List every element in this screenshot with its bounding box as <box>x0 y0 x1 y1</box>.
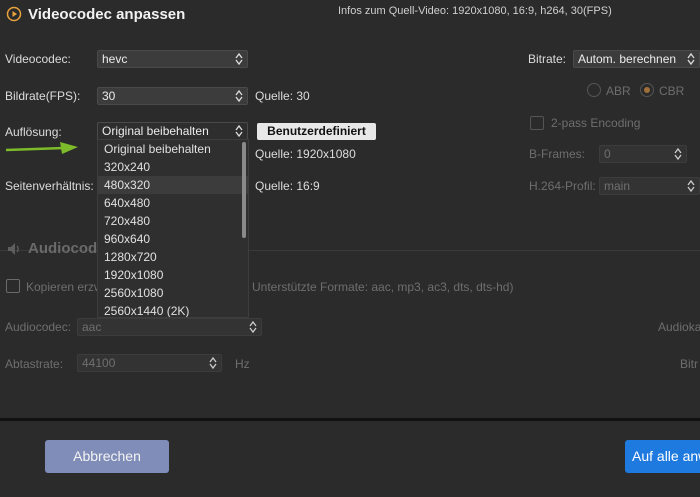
resolution-select[interactable]: Original beibehalten <box>97 122 248 140</box>
fps-select[interactable]: 30 <box>97 87 248 105</box>
cancel-button-label: Abbrechen <box>73 448 141 464</box>
samplerate-value: 44100 <box>82 356 116 370</box>
updown-arrows-icon <box>235 52 243 66</box>
two-pass-label: 2-pass Encoding <box>551 116 641 130</box>
audiocodec-value: aac <box>82 320 102 334</box>
abr-label: ABR <box>606 84 631 98</box>
speaker-icon <box>6 241 22 257</box>
samplerate-label: Abtastrate: <box>5 357 64 371</box>
samplerate-select[interactable]: 44100 <box>77 354 222 372</box>
aspect-source: Quelle: 16:9 <box>255 179 320 193</box>
resolution-option[interactable]: 1280x720 <box>98 248 248 266</box>
resolution-option[interactable]: 480x320 <box>98 176 248 194</box>
updown-arrows-icon <box>235 124 243 138</box>
resolution-option[interactable]: 960x640 <box>98 230 248 248</box>
bitrate-label: Bitrate: <box>528 52 567 66</box>
apply-all-button[interactable]: Auf alle anw <box>625 440 700 473</box>
videocodec-value: hevc <box>102 52 128 66</box>
resolution-dropdown-list[interactable]: Original beibehalten 320x240 480x320 640x48… <box>97 139 249 318</box>
resolution-option[interactable]: 2560x1440 (2K) <box>98 302 248 317</box>
bframes-label: B-Frames: <box>529 147 586 161</box>
green-arrow-icon <box>4 139 80 157</box>
bframes-select[interactable]: 0 <box>599 145 687 163</box>
title-icon <box>6 6 22 22</box>
two-pass-checkbox[interactable] <box>530 116 544 130</box>
resolution-value: Original beibehalten <box>102 124 209 138</box>
updown-arrows-icon <box>249 320 257 334</box>
force-copy-checkbox[interactable] <box>6 279 20 293</box>
cbr-radio[interactable] <box>640 83 654 97</box>
resolution-option[interactable]: Original beibehalten <box>98 140 248 158</box>
resolution-option[interactable]: 640x480 <box>98 194 248 212</box>
videocodec-label: Videocodec: <box>5 52 71 66</box>
bitrate-value: Autom. berechnen <box>578 52 677 66</box>
source-video-info: Infos zum Quell-Video: 1920x1080, 16:9, … <box>338 5 612 17</box>
cbr-radio-dot <box>644 87 650 93</box>
audio-channel-label: Audioka <box>658 320 700 334</box>
audiocodec-label: Audiocodec: <box>5 320 72 334</box>
dialog-footer: Abbrechen Auf alle anw <box>0 418 700 497</box>
supported-formats: Unterstützte Formate: aac, mp3, ac3, dts… <box>252 280 514 294</box>
profile-select[interactable]: main <box>599 177 700 195</box>
resolution-label: Auflösung: <box>5 125 62 139</box>
profile-value: main <box>604 179 631 193</box>
bframes-value: 0 <box>604 147 611 161</box>
cbr-label: CBR <box>659 84 685 98</box>
updown-arrows-icon <box>209 356 217 370</box>
updown-arrows-icon <box>235 89 243 103</box>
dropdown-scrollbar[interactable] <box>242 142 246 238</box>
resolution-option[interactable]: 1920x1080 <box>98 266 248 284</box>
profile-label: H.264-Profil: <box>529 179 596 193</box>
bitrate-select[interactable]: Autom. berechnen <box>573 50 700 68</box>
resolution-option[interactable]: 2560x1080 <box>98 284 248 302</box>
fps-source: Quelle: 30 <box>255 89 310 103</box>
samplerate-unit: Hz <box>235 357 250 371</box>
updown-arrows-icon <box>687 52 695 66</box>
updown-arrows-icon <box>674 147 682 161</box>
cancel-button[interactable]: Abbrechen <box>45 440 169 473</box>
force-copy-label: Kopieren erzw <box>26 280 103 294</box>
apply-all-button-label: Auf alle anw <box>632 448 700 464</box>
audiocodec-select[interactable]: aac <box>77 318 262 336</box>
fps-label: Bildrate(FPS): <box>5 89 81 103</box>
resolution-option[interactable]: 720x480 <box>98 212 248 230</box>
updown-arrows-icon <box>687 179 695 193</box>
videocodec-select[interactable]: hevc <box>97 50 248 68</box>
fps-value: 30 <box>102 89 116 103</box>
custom-resolution-button[interactable]: Benutzerdefiniert <box>257 123 376 140</box>
resolution-option[interactable]: 320x240 <box>98 158 248 176</box>
resolution-source: Quelle: 1920x1080 <box>255 147 356 161</box>
aspect-label: Seitenverhältnis: <box>5 179 94 193</box>
audio-bitrate-label: Bitr <box>680 357 698 371</box>
dialog-title: Videocodec anpassen <box>28 6 186 23</box>
abr-radio[interactable] <box>587 83 601 97</box>
